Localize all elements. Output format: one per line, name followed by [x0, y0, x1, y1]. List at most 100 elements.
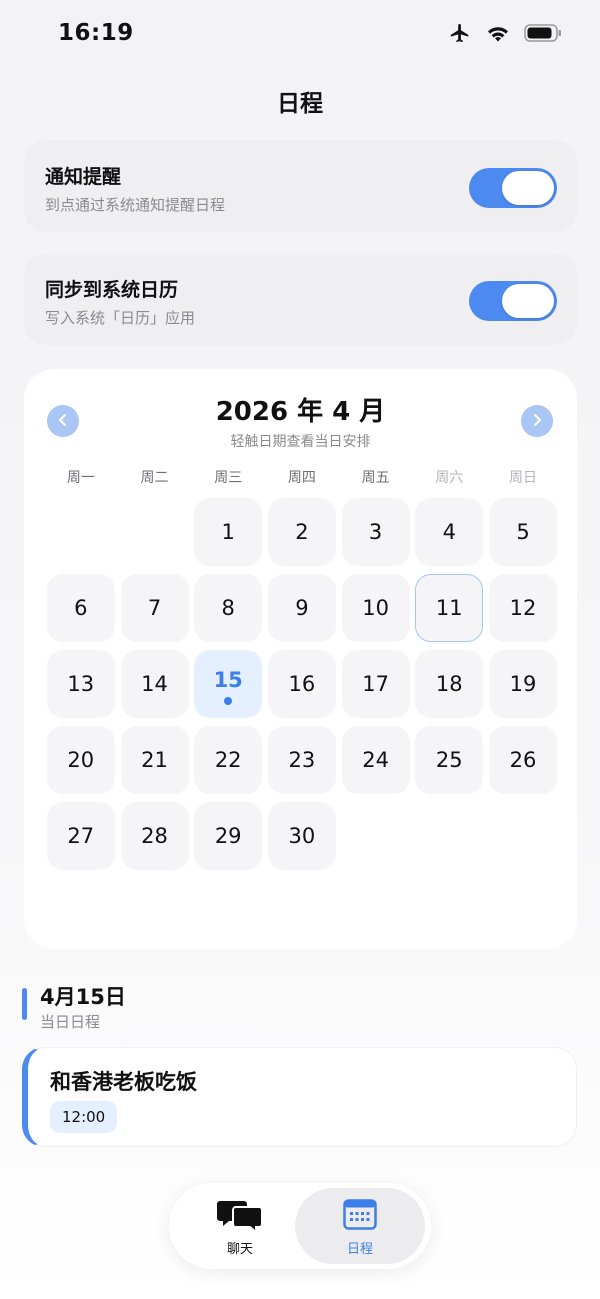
calendar-day-11[interactable]: 11: [415, 574, 484, 642]
calendar-icon: [295, 1198, 425, 1230]
weekday-sun: 周日: [508, 470, 537, 486]
weekday-mon: 周一: [66, 470, 95, 486]
calendar-day-number: 9: [295, 596, 309, 620]
calendar-day-number: 23: [288, 748, 316, 772]
selected-date-subtitle: 当日日程: [40, 1013, 101, 1031]
event-time-badge: 12:00: [50, 1101, 118, 1133]
calendar-day-14[interactable]: 14: [120, 650, 189, 718]
tab-chat-label: 聊天: [226, 1242, 253, 1257]
calendar-day-20[interactable]: 20: [46, 726, 115, 794]
calendar-day-number: 26: [509, 748, 537, 772]
calendar-day-3[interactable]: 3: [341, 498, 410, 566]
calendar-day-17[interactable]: 17: [341, 650, 410, 718]
calendar-day-number: 11: [435, 596, 463, 620]
calendar-day-number: 2: [295, 520, 309, 544]
calendar-day-number: 29: [214, 824, 242, 848]
calendar-day-number: 16: [288, 672, 316, 696]
event-title: 和香港老板吃饭: [50, 1070, 197, 1094]
calendar-day-1[interactable]: 1: [194, 498, 263, 566]
calendar-day-number: 30: [288, 824, 316, 848]
calendar-day-number: 4: [442, 520, 456, 544]
tab-bar: 聊天 日程: [169, 1183, 431, 1269]
chevron-right-icon: [530, 412, 544, 431]
calendar-day-29[interactable]: 29: [194, 802, 263, 870]
calendar-day-27[interactable]: 27: [46, 802, 115, 870]
calendar-day-6[interactable]: 6: [46, 574, 115, 642]
calendar-day-24[interactable]: 24: [341, 726, 410, 794]
calendar-day-number: 14: [141, 672, 168, 696]
calendar-day-number: 5: [516, 520, 530, 544]
page-title: 日程: [277, 91, 323, 117]
calendar-sync-toggle[interactable]: [469, 281, 557, 321]
month-subtitle: 轻触日期查看当日安排: [230, 434, 371, 450]
calendar-day-number: 12: [509, 596, 537, 620]
calendar-day-28[interactable]: 28: [120, 802, 189, 870]
weekday-sat: 周六: [435, 470, 464, 486]
calendar-day-13[interactable]: 13: [46, 650, 115, 718]
next-month-button[interactable]: [521, 405, 553, 437]
calendar-day-number: 25: [435, 748, 463, 772]
calendar-day-number: 1: [221, 520, 235, 544]
calendar-day-number: 6: [74, 596, 88, 620]
calendar-day-15[interactable]: 15: [194, 650, 263, 718]
calendar-day-number: 19: [509, 672, 537, 696]
calendar-day-number: 7: [147, 596, 162, 620]
tab-chat[interactable]: 聊天: [175, 1188, 305, 1264]
calendar-day-16[interactable]: 16: [267, 650, 336, 718]
calendar-day-5[interactable]: 5: [489, 498, 557, 566]
event-card[interactable]: 和香港老板吃饭 12:00: [22, 1047, 577, 1147]
calendar-day-2[interactable]: 2: [267, 498, 336, 566]
calendar-day-number: 28: [141, 824, 168, 848]
calendar-day-10[interactable]: 10: [341, 574, 410, 642]
calendar-day-number: 3: [368, 520, 383, 544]
setting-calendar-sync: 同步到系统日历 写入系统「日历」应用: [24, 253, 577, 345]
calendar-day-8[interactable]: 8: [194, 574, 263, 642]
toggle-knob: [502, 284, 554, 318]
calendar-day-30[interactable]: 30: [267, 802, 336, 870]
calendar-day-number: 22: [214, 748, 242, 772]
tab-schedule-label: 日程: [346, 1242, 373, 1257]
calendar-day-number: 18: [435, 672, 463, 696]
calendar-day-number: 8: [221, 596, 235, 620]
calendar-day-19[interactable]: 19: [489, 650, 557, 718]
tab-schedule[interactable]: 日程: [295, 1188, 425, 1264]
weekday-thu: 周四: [287, 470, 316, 486]
weekday-header: 周一 周二 周三 周四 周五 周六 周日: [44, 467, 560, 487]
weekday-tue: 周二: [140, 470, 169, 486]
month-title: 2026 年 4 月: [215, 397, 386, 427]
calendar-day-26[interactable]: 26: [489, 726, 557, 794]
calendar-day-7[interactable]: 7: [120, 574, 189, 642]
calendar-day-number: 27: [67, 824, 95, 848]
calendar-day-23[interactable]: 23: [267, 726, 336, 794]
setting-desc: 到点通过系统通知提醒日程: [45, 196, 226, 214]
wifi-icon: [486, 23, 510, 47]
status-icons: [448, 22, 562, 48]
calendar-day-number: 20: [67, 748, 95, 772]
section-accent-bar: [22, 988, 27, 1020]
calendar-day-25[interactable]: 25: [415, 726, 484, 794]
calendar-day-4[interactable]: 4: [415, 498, 484, 566]
toggle-knob: [502, 171, 554, 205]
calendar-day-number: 13: [67, 672, 95, 696]
calendar-day-number: 15: [213, 668, 243, 692]
calendar-day-9[interactable]: 9: [267, 574, 336, 642]
status-time: 16:19: [58, 20, 134, 46]
chat-bubbles-icon: [175, 1198, 305, 1234]
calendar-day-number: 21: [141, 748, 168, 772]
airplane-mode-icon: [448, 22, 472, 48]
setting-title: 同步到系统日历: [45, 279, 179, 301]
selected-date-title: 4月15日: [40, 985, 126, 1009]
calendar-day-18[interactable]: 18: [415, 650, 484, 718]
setting-desc: 写入系统「日历」应用: [45, 309, 196, 327]
setting-notification: 通知提醒 到点通过系统通知提醒日程: [24, 140, 577, 232]
calendar-day-21[interactable]: 21: [120, 726, 189, 794]
notification-toggle[interactable]: [469, 168, 557, 208]
status-bar: 16:19: [0, 0, 600, 68]
calendar-day-number: 24: [362, 748, 389, 772]
weekday-fri: 周五: [361, 470, 390, 486]
setting-title: 通知提醒: [45, 166, 122, 188]
calendar-card: 2026 年 4 月 轻触日期查看当日安排 周一 周二 周三 周四 周五 周六 …: [24, 369, 577, 949]
calendar-day-number: 17: [362, 672, 389, 696]
calendar-day-22[interactable]: 22: [194, 726, 263, 794]
calendar-day-12[interactable]: 12: [489, 574, 557, 642]
